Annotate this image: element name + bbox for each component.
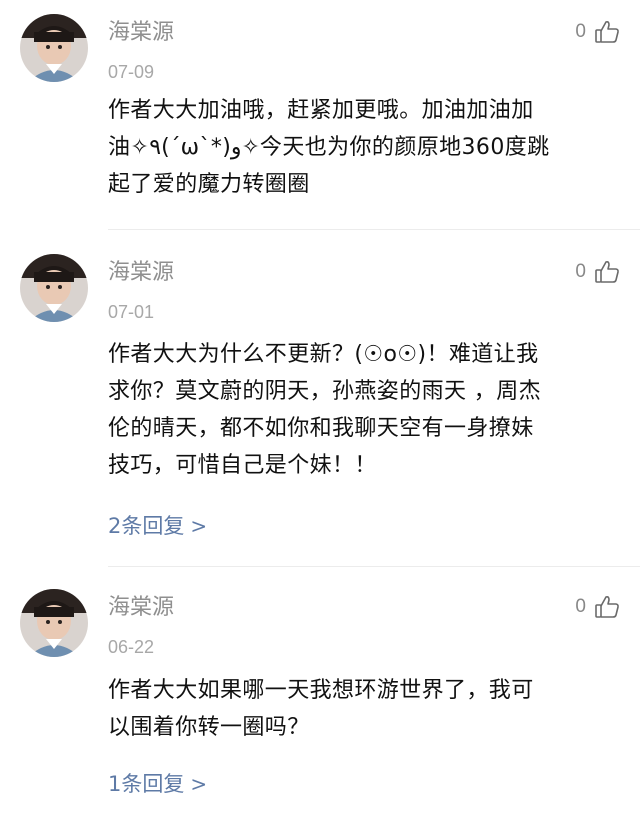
view-replies-link[interactable]: 2条回复 >	[108, 512, 207, 540]
username[interactable]: 海棠源	[108, 259, 174, 287]
comment-date: 07-01	[108, 302, 155, 322]
like-count: 0	[575, 21, 586, 42]
comment-date: 06-22	[108, 637, 155, 657]
like-control[interactable]: 0	[575, 259, 620, 285]
username[interactable]: 海棠源	[108, 594, 174, 622]
comment-text-line: 油✧٩(ˊωˋ*)و✧今天也为你的颜原地360度跳	[108, 135, 550, 160]
thumbs-up-icon[interactable]	[594, 19, 620, 45]
user-avatar[interactable]	[20, 254, 88, 322]
comment-text-line: 作者大大如果哪一天我想环游世界了，我可	[108, 678, 534, 703]
comment-text-line: 起了爱的魔力转圈圈	[108, 172, 310, 197]
like-control[interactable]: 0	[575, 594, 620, 620]
view-replies-link[interactable]: 1条回复 >	[108, 770, 207, 798]
thumbs-up-icon[interactable]	[594, 594, 620, 620]
comment-text: 作者大大为什么不更新？(☉o☉)！难道让我 求你？莫文蔚的阴天，孙燕姿的雨天 ，…	[108, 336, 620, 484]
comment-text: 作者大大如果哪一天我想环游世界了，我可 以围着你转一圈吗？	[108, 672, 620, 746]
like-count: 0	[575, 261, 586, 282]
replies-count-label: 2条回复	[108, 514, 185, 538]
comment-text-line: 技巧，可惜自己是个妹！！	[108, 453, 377, 478]
user-avatar[interactable]	[20, 589, 88, 657]
chevron-right-icon: >	[190, 772, 208, 796]
replies-count-label: 1条回复	[108, 772, 185, 796]
comment-date: 07-09	[108, 62, 155, 82]
comment-text-line: 作者大大为什么不更新？(☉o☉)！难道让我	[108, 342, 539, 367]
divider	[108, 229, 640, 230]
comment-text-line: 求你？莫文蔚的阴天，孙燕姿的雨天 ，周杰	[108, 379, 541, 404]
like-count: 0	[575, 596, 586, 617]
comment-text-line: 作者大大加油哦，赶紧加更哦。加油加油加	[108, 98, 534, 123]
thumbs-up-icon[interactable]	[594, 259, 620, 285]
user-avatar[interactable]	[20, 14, 88, 82]
username[interactable]: 海棠源	[108, 19, 174, 47]
chevron-right-icon: >	[190, 514, 208, 538]
comment-text-line: 伦的晴天，都不如你和我聊天空有一身撩妹	[108, 416, 534, 441]
comment-text: 作者大大加油哦，赶紧加更哦。加油加油加 油✧٩(ˊωˋ*)و✧今天也为你的颜原地…	[108, 92, 620, 203]
like-control[interactable]: 0	[575, 19, 620, 45]
divider	[108, 566, 640, 567]
comment-text-line: 以围着你转一圈吗？	[108, 715, 310, 740]
